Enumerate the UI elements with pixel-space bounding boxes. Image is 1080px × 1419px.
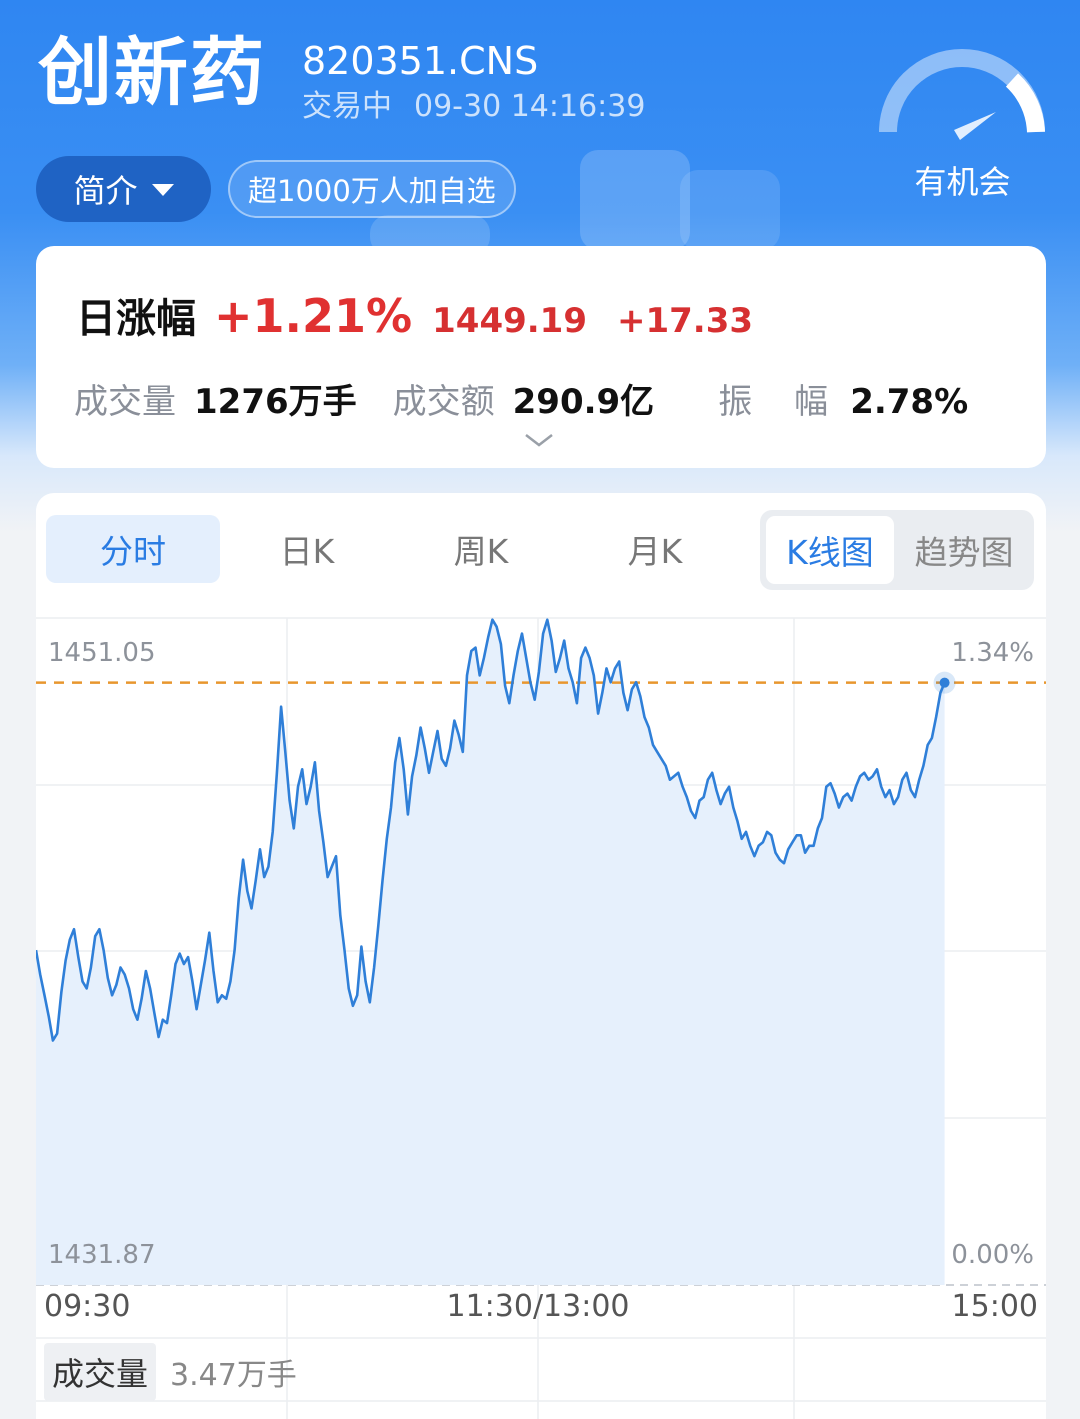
- price-area-fill: [36, 619, 945, 1285]
- current-price: 1449.19: [432, 301, 587, 341]
- chart-card: 分时 日K 周K 月K K线图 趋势图 1451.05 1431.87 1.34…: [36, 493, 1046, 1419]
- trade-state: 交易中: [302, 89, 392, 124]
- watchlist-count-pill[interactable]: 超1000万人加自选: [228, 160, 516, 218]
- sector-title: 创新药: [38, 30, 266, 116]
- caret-down-icon: [151, 184, 174, 196]
- intraday-chart[interactable]: 1451.05 1431.87 1.34% 0.00% 09:30 11:30/…: [36, 493, 1046, 1419]
- decorative-bottle: [580, 150, 690, 250]
- intro-label: 简介: [73, 172, 138, 210]
- volume-label: 成交量: [74, 382, 176, 422]
- quote-main-row: 日涨幅 +1.21% 1449.19 +17.33: [76, 286, 753, 344]
- gauge-label: 有机会: [914, 163, 1011, 201]
- volume-value: 1276万手: [194, 382, 357, 422]
- opportunity-gauge-icon[interactable]: [872, 44, 1052, 144]
- quote-stats-row: 成交量 1276万手 成交额 290.9亿 振 幅 2.78%: [74, 374, 968, 423]
- y-left-top-label: 1451.05: [48, 638, 156, 668]
- daily-change-pct: +1.21%: [214, 289, 413, 343]
- change-amount: +17.33: [617, 301, 754, 341]
- watchlist-count-label: 超1000万人加自选: [248, 174, 496, 208]
- amplitude-value: 2.78%: [850, 382, 969, 422]
- turnover-value: 290.9亿: [512, 382, 655, 422]
- decorative-bottle: [680, 170, 780, 250]
- y-right-bottom-label: 0.00%: [951, 1240, 1034, 1270]
- daily-change-label: 日涨幅: [76, 296, 196, 342]
- amplitude-label: 振 幅: [718, 382, 833, 422]
- y-right-top-label: 1.34%: [951, 638, 1034, 668]
- last-price-dot: [939, 677, 950, 688]
- expand-chevron-icon[interactable]: [524, 432, 554, 448]
- intro-dropdown-button[interactable]: 简介: [36, 156, 211, 222]
- y-left-bottom-label: 1431.87: [48, 1240, 156, 1270]
- x-tick-label-midday: 11:30/13:00: [446, 1289, 629, 1324]
- sector-code: 820351.CNS: [302, 39, 539, 83]
- turnover-label: 成交额: [392, 382, 495, 422]
- volume-tag[interactable]: 成交量: [44, 1343, 157, 1401]
- trade-datetime: 09-30 14:16:39: [414, 89, 646, 124]
- trade-status: 交易中 09-30 14:16:39: [302, 92, 645, 122]
- volume-current-value: 3.47万手: [170, 1358, 297, 1393]
- volume-row: 成交量 3.47万手: [44, 1343, 297, 1401]
- x-tick-label-open: 09:30: [44, 1289, 130, 1324]
- x-tick-label-close: 15:00: [952, 1289, 1038, 1324]
- quote-summary-card: 日涨幅 +1.21% 1449.19 +17.33 成交量 1276万手 成交额…: [36, 246, 1046, 468]
